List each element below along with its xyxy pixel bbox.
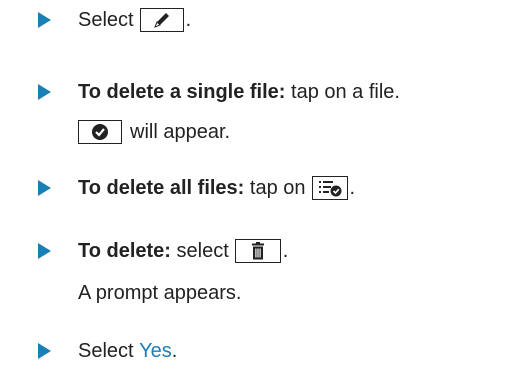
select-all-key bbox=[311, 176, 348, 200]
step-text: tap on bbox=[244, 177, 306, 199]
step-continuation: will appear. bbox=[78, 119, 230, 145]
bullet-arrow-icon bbox=[38, 343, 51, 359]
continuation-text: will appear. bbox=[130, 121, 231, 143]
step-continuation: A prompt appears. bbox=[78, 280, 241, 306]
delete-key bbox=[234, 239, 281, 263]
edit-key bbox=[139, 8, 184, 32]
step-text: tap on a file. bbox=[285, 81, 400, 103]
step-text: Select bbox=[78, 9, 134, 31]
step-suffix: . bbox=[185, 9, 192, 31]
select-all-list-check-icon bbox=[318, 181, 342, 197]
step-heading: To delete all files: bbox=[78, 177, 245, 199]
step-suffix: . bbox=[282, 240, 289, 262]
step-heading: To delete: bbox=[78, 240, 171, 262]
yes-option-label: Yes bbox=[139, 340, 172, 362]
trash-icon bbox=[251, 242, 264, 260]
pencil-icon bbox=[153, 13, 169, 28]
checkmark-circle-icon bbox=[92, 124, 108, 140]
check-key bbox=[78, 120, 122, 144]
continuation-text: A prompt appears. bbox=[78, 282, 242, 304]
bullet-arrow-icon bbox=[38, 84, 51, 100]
bullet-arrow-icon bbox=[38, 243, 51, 259]
step-suffix: . bbox=[349, 177, 356, 199]
step-suffix: . bbox=[171, 340, 178, 362]
step-text: select bbox=[170, 240, 229, 262]
bullet-arrow-icon bbox=[38, 12, 51, 28]
step-delete-single: To delete a single file: tap on a file. bbox=[78, 79, 400, 105]
step-text: Select bbox=[78, 340, 140, 362]
step-select-edit: Select . bbox=[78, 7, 191, 33]
step-delete: To delete: select . bbox=[78, 238, 288, 264]
step-delete-all: To delete all files: tap on . bbox=[78, 175, 355, 201]
step-select-yes: Select Yes . bbox=[78, 338, 177, 364]
step-heading: To delete a single file: bbox=[78, 81, 286, 103]
bullet-arrow-icon bbox=[38, 180, 51, 196]
